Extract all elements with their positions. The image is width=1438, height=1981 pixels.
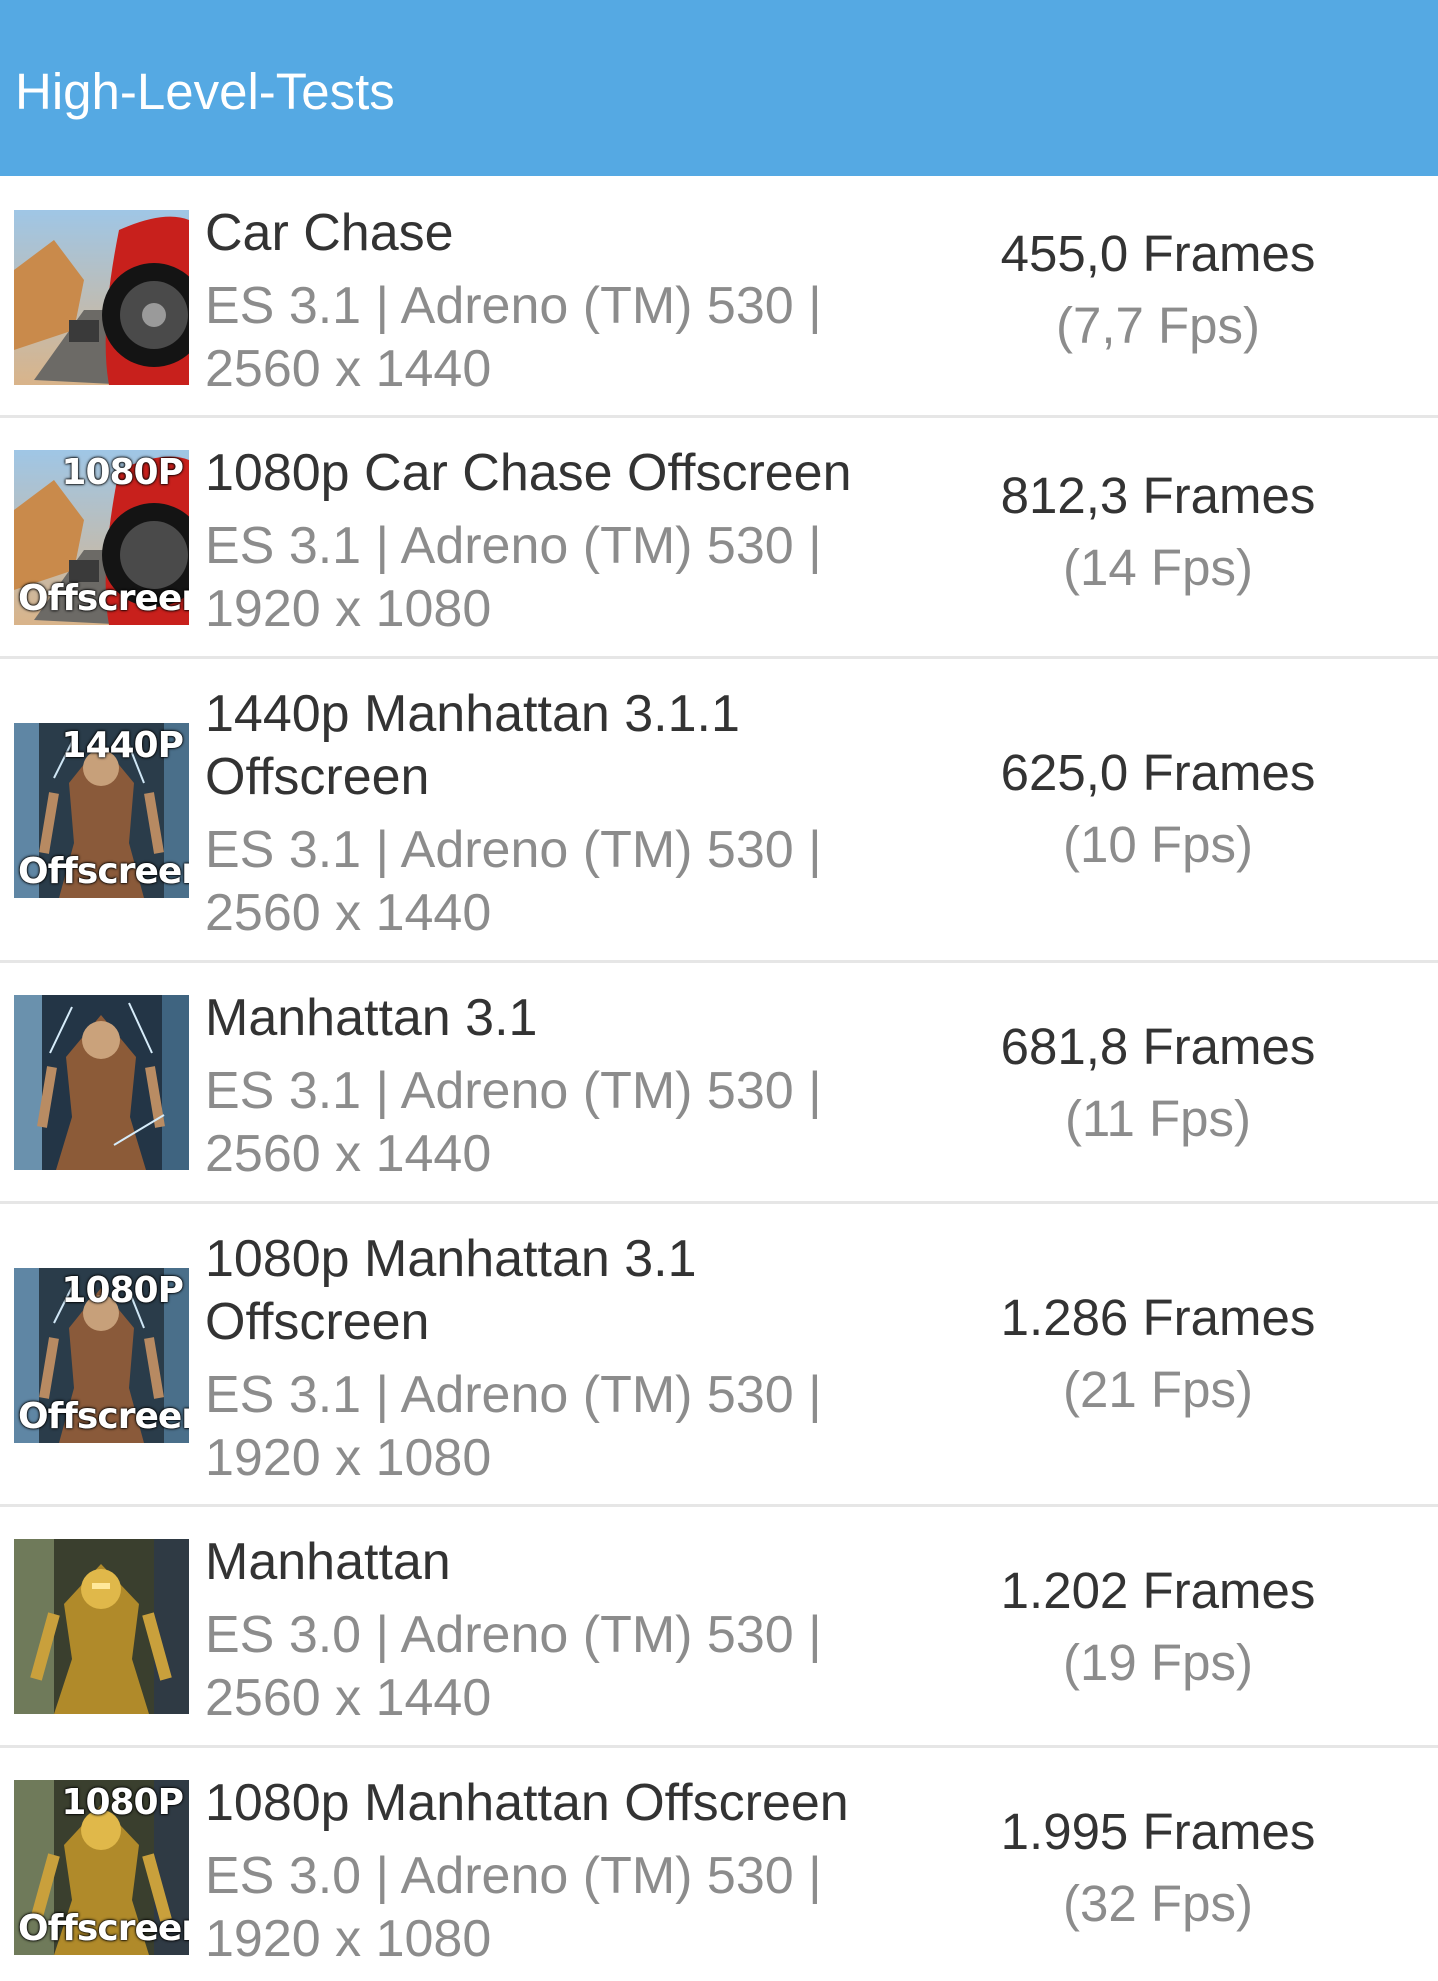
score-fps: (14 Fps) [1063, 539, 1253, 596]
test-row-1080p-manhattan-3-1-offscreen[interactable]: 1080P Offscreen 1080p Manhattan 3.1 Offs… [0, 1204, 1438, 1504]
test-info: 1440p Manhattan 3.1.1 Offscreen ES 3.1 |… [205, 683, 925, 945]
test-resolution: 2560 x 1440 [205, 340, 492, 398]
car-chase-offscreen-thumbnail-icon: 1080P Offscreen [14, 450, 189, 625]
test-resolution: 1920 x 1080 [205, 1910, 492, 1968]
test-row-1080p-car-chase-offscreen[interactable]: 1080P Offscreen 1080p Car Chase Offscree… [0, 418, 1438, 656]
test-score: 455,0 Frames (7,7 Fps) [948, 218, 1368, 362]
thumb-offscreen-label: Offscreen [18, 851, 189, 892]
test-score: 812,3 Frames (14 Fps) [948, 460, 1368, 604]
test-name: Manhattan 3.1 [205, 989, 538, 1047]
test-name: 1440p Manhattan 3.1.1 Offscreen [205, 685, 740, 806]
test-info: Manhattan ES 3.0 | Adreno (TM) 530 | 256… [205, 1531, 925, 1730]
test-score: 1.286 Frames (21 Fps) [948, 1282, 1368, 1426]
test-api: ES 3.1 | Adreno (TM) 530 | [205, 277, 822, 335]
test-name: Manhattan [205, 1533, 451, 1591]
manhattan-offscreen-thumbnail-icon: 1080P Offscreen [14, 1268, 189, 1443]
test-name: 1080p Car Chase Offscreen [205, 444, 852, 502]
test-api: ES 3.1 | Adreno (TM) 530 | [205, 1062, 822, 1120]
test-info: Car Chase ES 3.1 | Adreno (TM) 530 | 256… [205, 202, 925, 401]
score-fps: (7,7 Fps) [1055, 297, 1261, 354]
test-resolution: 2560 x 1440 [205, 1669, 492, 1727]
manhattan-robot-offscreen-thumbnail-icon: 1080P Offscreen [14, 1780, 189, 1955]
test-info: Manhattan 3.1 ES 3.1 | Adreno (TM) 530 |… [205, 987, 925, 1186]
score-frames: 625,0 Frames [1000, 744, 1316, 801]
score-frames: 812,3 Frames [1000, 467, 1316, 524]
test-row-car-chase[interactable]: Car Chase ES 3.1 | Adreno (TM) 530 | 256… [0, 176, 1438, 416]
test-info: 1080p Manhattan Offscreen ES 3.0 | Adren… [205, 1772, 925, 1971]
score-fps: (21 Fps) [1063, 1361, 1253, 1418]
test-info: 1080p Manhattan 3.1 Offscreen ES 3.1 | A… [205, 1228, 925, 1490]
test-resolution: 2560 x 1440 [205, 884, 492, 942]
test-resolution: 1920 x 1080 [205, 1429, 492, 1487]
score-fps: (11 Fps) [1064, 1090, 1252, 1147]
test-resolution: 2560 x 1440 [205, 1125, 492, 1183]
test-row-1080p-manhattan-offscreen[interactable]: 1080P Offscreen 1080p Manhattan Offscree… [0, 1748, 1438, 1981]
score-frames: 681,8 Frames [1000, 1018, 1316, 1075]
test-name: Car Chase [205, 204, 454, 262]
score-frames: 455,0 Frames [1000, 225, 1316, 282]
test-name: 1080p Manhattan 3.1 Offscreen [205, 1230, 697, 1351]
manhattan-robot-thumbnail-icon [14, 1539, 189, 1714]
thumb-resolution-label: 1080P [61, 452, 184, 493]
score-fps: (32 Fps) [1063, 1875, 1253, 1932]
score-frames: 1.202 Frames [1000, 1562, 1316, 1619]
test-api: ES 3.0 | Adreno (TM) 530 | [205, 1606, 822, 1664]
test-api: ES 3.0 | Adreno (TM) 530 | [205, 1847, 822, 1905]
thumb-offscreen-label: Offscreen [18, 1908, 189, 1949]
car-chase-thumbnail-icon [14, 210, 189, 385]
manhattan-thumbnail-icon [14, 995, 189, 1170]
test-row-manhattan[interactable]: Manhattan ES 3.0 | Adreno (TM) 530 | 256… [0, 1507, 1438, 1745]
test-api: ES 3.1 | Adreno (TM) 530 | [205, 1366, 822, 1424]
test-row-1440p-manhattan-3-1-1-offscreen[interactable]: 1440P Offscreen 1440p Manhattan 3.1.1 Of… [0, 659, 1438, 960]
test-score: 1.995 Frames (32 Fps) [948, 1796, 1368, 1940]
test-api: ES 3.1 | Adreno (TM) 530 | [205, 821, 822, 879]
test-score: 1.202 Frames (19 Fps) [948, 1555, 1368, 1699]
test-resolution: 1920 x 1080 [205, 580, 492, 638]
app-header: High-Level-Tests [0, 0, 1438, 176]
thumb-offscreen-label: Offscreen [18, 578, 189, 619]
test-score: 625,0 Frames (10 Fps) [948, 737, 1368, 881]
test-score: 681,8 Frames (11 Fps) [948, 1011, 1368, 1155]
score-frames: 1.995 Frames [1000, 1803, 1316, 1860]
thumb-resolution-label: 1080P [61, 1270, 184, 1311]
score-fps: (19 Fps) [1063, 1634, 1253, 1691]
thumb-offscreen-label: Offscreen [18, 1396, 189, 1437]
test-name: 1080p Manhattan Offscreen [205, 1774, 849, 1832]
test-info: 1080p Car Chase Offscreen ES 3.1 | Adren… [205, 442, 925, 641]
manhattan-offscreen-thumbnail-icon: 1440P Offscreen [14, 723, 189, 898]
score-fps: (10 Fps) [1063, 816, 1253, 873]
test-row-manhattan-3-1[interactable]: Manhattan 3.1 ES 3.1 | Adreno (TM) 530 |… [0, 963, 1438, 1201]
test-api: ES 3.1 | Adreno (TM) 530 | [205, 517, 822, 575]
score-frames: 1.286 Frames [1000, 1289, 1316, 1346]
thumb-resolution-label: 1080P [61, 1782, 184, 1823]
thumb-resolution-label: 1440P [61, 725, 184, 766]
page-title: High-Level-Tests [15, 63, 395, 120]
